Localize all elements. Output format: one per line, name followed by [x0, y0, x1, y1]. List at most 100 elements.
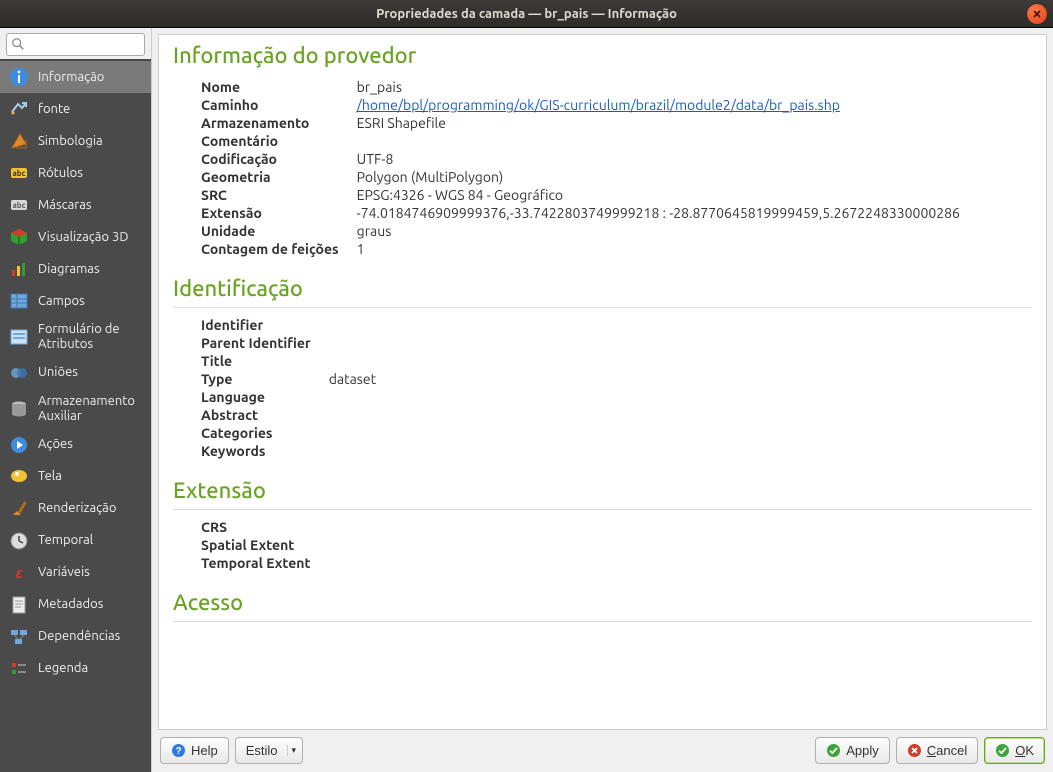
sidebar-item-fields[interactable]: Campos: [0, 285, 151, 317]
table-row: GeometriaPolygon (MultiPolygon): [195, 168, 966, 186]
row-value: EPSG:4326 - WGS 84 - Geográfico: [351, 186, 966, 204]
sidebar-item-metadata[interactable]: Metadados: [0, 589, 151, 621]
chevron-down-icon: ▾: [287, 745, 297, 756]
row-key: Geometria: [195, 168, 351, 186]
row-value: Polygon (MultiPolygon): [351, 168, 966, 186]
apply-button[interactable]: Apply: [815, 737, 890, 764]
sidebar-item-symbology[interactable]: Simbologia: [0, 125, 151, 157]
sidebar-item-masks[interactable]: abcMáscaras: [0, 189, 151, 221]
check-icon: [995, 743, 1010, 758]
table-row: CodificaçãoUTF-8: [195, 150, 966, 168]
row-key: Caminho: [195, 96, 351, 114]
actions-icon: [8, 434, 30, 456]
help-icon: ?: [171, 743, 186, 758]
row-key: Identifier: [195, 316, 323, 334]
table-row: ArmazenamentoESRI Shapefile: [195, 114, 966, 132]
sidebar-item-actions[interactable]: Ações: [0, 429, 151, 461]
sidebar-item-labels[interactable]: abcRótulos: [0, 157, 151, 189]
table-row: Abstract: [195, 406, 382, 424]
table-row: Extensão-74.0184746909999376,-33.7422803…: [195, 204, 966, 222]
sidebar-item-label: Variáveis: [38, 565, 143, 580]
row-value: [322, 536, 334, 554]
ok-label: OK: [1015, 743, 1034, 758]
row-key: Nome: [195, 78, 351, 96]
row-value: [351, 132, 966, 150]
svg-text:ε: ε: [15, 564, 23, 581]
window-close-button[interactable]: [1027, 4, 1047, 24]
sidebar-item-source[interactable]: fonte: [0, 93, 151, 125]
help-button[interactable]: ? Help: [160, 737, 229, 764]
sidebar-item-attrform[interactable]: Formulário de Atributos: [0, 317, 151, 357]
sidebar-item-diagrams[interactable]: Diagramas: [0, 253, 151, 285]
row-key: Temporal Extent: [195, 554, 322, 572]
sidebar-item-info[interactable]: Informação: [0, 61, 151, 93]
section-provider-heading: Informação do provedor: [173, 43, 1032, 70]
sidebar-item-label: Visualização 3D: [38, 230, 143, 245]
cancel-label: Cancel: [927, 743, 967, 758]
row-value: UTF-8: [351, 150, 966, 168]
table-row: Parent Identifier: [195, 334, 382, 352]
content-scroll[interactable]: Informação do provedor Nomebr_paisCaminh…: [158, 34, 1047, 730]
row-key: Contagem de feições: [195, 240, 351, 258]
table-row: Language: [195, 388, 382, 406]
row-value[interactable]: /home/bpl/programming/ok/GIS-curriculum/…: [351, 96, 966, 114]
sidebar-item-joins[interactable]: Uniões: [0, 357, 151, 389]
row-value: br_pais: [351, 78, 966, 96]
row-value: [323, 316, 382, 334]
sidebar-item-auxstorage[interactable]: Armazenamento Auxiliar: [0, 389, 151, 429]
table-row: Temporal Extent: [195, 554, 334, 572]
row-value: [323, 442, 382, 460]
table-row: Caminho/home/bpl/programming/ok/GIS-curr…: [195, 96, 966, 114]
sidebar-item-view3d[interactable]: Visualização 3D: [0, 221, 151, 253]
search-input[interactable]: [6, 33, 145, 56]
table-row: SRCEPSG:4326 - WGS 84 - Geográfico: [195, 186, 966, 204]
row-key: Armazenamento: [195, 114, 351, 132]
attrform-icon: [8, 326, 30, 348]
row-key: Unidade: [195, 222, 351, 240]
identification-table: IdentifierParent IdentifierTitleTypedata…: [195, 316, 382, 460]
sidebar-item-label: Informação: [38, 70, 143, 85]
window-title: Propriedades da camada — br_pais — Infor…: [376, 7, 677, 21]
row-value: graus: [351, 222, 966, 240]
cancel-button[interactable]: Cancel: [896, 737, 978, 764]
info-icon: [8, 66, 30, 88]
row-value: [323, 406, 382, 424]
row-key: Categories: [195, 424, 323, 442]
joins-icon: [8, 362, 30, 384]
table-row: Identifier: [195, 316, 382, 334]
table-row: Contagem de feições1: [195, 240, 966, 258]
row-value: [323, 352, 382, 370]
sidebar-item-legend[interactable]: Legenda: [0, 653, 151, 685]
sidebar-item-label: Legenda: [38, 661, 143, 676]
sidebar-item-temporal[interactable]: Temporal: [0, 525, 151, 557]
sidebar-item-label: Metadados: [38, 597, 143, 612]
metadata-icon: [8, 594, 30, 616]
table-row: Title: [195, 352, 382, 370]
sidebar-nav[interactable]: Informação fonte Simbologia abcRótulosabcMá…: [0, 59, 151, 772]
diagrams-icon: [8, 258, 30, 280]
sidebar-item-dependencies[interactable]: Dependências: [0, 621, 151, 653]
sidebar-item-label: Armazenamento Auxiliar: [38, 394, 143, 424]
table-row: CRS: [195, 518, 334, 536]
fields-icon: [8, 290, 30, 312]
section-identification-heading: Identificação: [173, 276, 1032, 308]
sidebar-item-label: Ações: [38, 437, 143, 452]
sidebar-item-label: Máscaras: [38, 198, 143, 213]
ok-button[interactable]: OK: [984, 737, 1045, 764]
style-button[interactable]: Estilo ▾: [235, 737, 303, 764]
sidebar-item-label: Rótulos: [38, 166, 143, 181]
button-bar: ? Help Estilo ▾ Apply Cancel: [152, 732, 1053, 772]
path-link[interactable]: /home/bpl/programming/ok/GIS-curriculum/…: [357, 97, 840, 113]
table-row: Categories: [195, 424, 382, 442]
row-value: [323, 424, 382, 442]
legend-icon: [8, 658, 30, 680]
sidebar-item-rendering[interactable]: Renderização: [0, 493, 151, 525]
table-row: Spatial Extent: [195, 536, 334, 554]
sidebar-item-variables[interactable]: ε Variáveis: [0, 557, 151, 589]
source-icon: [8, 98, 30, 120]
sidebar-item-label: Simbologia: [38, 134, 143, 149]
sidebar-item-display[interactable]: Tela: [0, 461, 151, 493]
row-key: Type: [195, 370, 323, 388]
svg-text:?: ?: [175, 746, 181, 757]
section-extent-heading: Extensão: [173, 478, 1032, 510]
